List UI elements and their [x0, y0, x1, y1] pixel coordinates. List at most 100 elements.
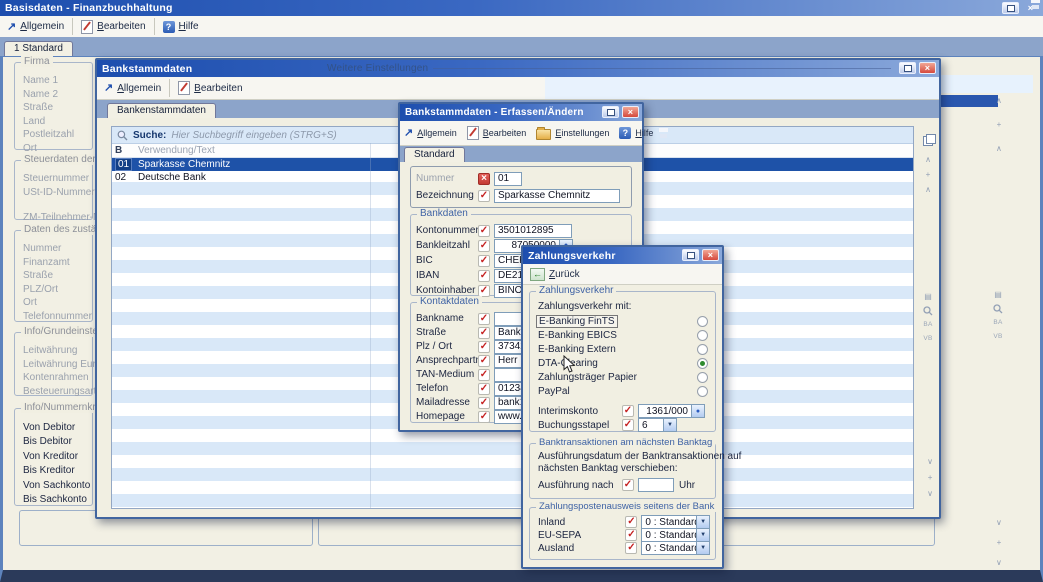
ba-icon[interactable]: BA	[923, 320, 932, 330]
mandatory-x-checkbox[interactable]	[478, 173, 490, 185]
back-button[interactable]: ← Zurück	[523, 266, 587, 283]
checkbox[interactable]	[478, 411, 490, 423]
checkbox[interactable]	[478, 255, 490, 267]
checkbox[interactable]	[478, 397, 490, 409]
scroll-plus-icon[interactable]: +	[928, 473, 933, 483]
option-label-fints: E-Banking FinTS	[536, 315, 618, 328]
checkbox[interactable]	[478, 369, 490, 381]
radio-zahlungstraeger-papier[interactable]	[697, 372, 708, 383]
search-input[interactable]: Hier Suchbegriff eingeben (STRG+S)	[171, 130, 336, 141]
radio-paypal[interactable]	[697, 386, 708, 397]
dropdown-button[interactable]	[664, 418, 677, 432]
main-titlebar[interactable]: Basisdaten - Finanzbuchhaltung ×	[0, 0, 1043, 16]
restore-button[interactable]	[682, 249, 699, 261]
bank-list-titlebar[interactable]: Bankstammdaten Weitere Einstellungen ×	[97, 60, 939, 77]
group-legend: Firma	[21, 56, 53, 67]
vb-icon[interactable]: VB	[923, 334, 932, 344]
scroll-down-icon[interactable]: ∨	[996, 518, 1002, 528]
bank-table-side-icons-bottom[interactable]: ∨ + ∨	[927, 457, 933, 499]
bezeichnung-input[interactable]: Sparkasse Chemnitz	[494, 189, 620, 203]
scroll-bottom-icon[interactable]: ∨	[927, 489, 933, 499]
background-selected-row[interactable]	[938, 95, 998, 107]
close-button[interactable]: ×	[919, 62, 936, 74]
scroll-plus-icon[interactable]: +	[997, 538, 1002, 548]
close-button[interactable]: ×	[702, 249, 719, 261]
checkbox[interactable]	[478, 383, 490, 395]
checkbox[interactable]	[478, 240, 490, 252]
checkbox[interactable]	[622, 479, 634, 491]
column-header-b[interactable]: B	[112, 145, 138, 156]
payment-titlebar[interactable]: Zahlungsverkehr ×	[523, 247, 722, 264]
main-right-tool-icons[interactable]: ▤ BA VB	[993, 290, 1003, 342]
edit-icon	[467, 126, 479, 140]
scroll-up-icon[interactable]: ∧	[996, 144, 1002, 154]
dropdown-button[interactable]	[697, 528, 710, 542]
inland-select[interactable]: 0 : Standard	[641, 515, 697, 529]
eu-sepa-select[interactable]: 0 : Standard	[641, 528, 697, 542]
dropdown-button[interactable]	[697, 515, 710, 529]
radio-ebanking-extern[interactable]	[697, 344, 708, 355]
close-button[interactable]: ×	[622, 106, 639, 118]
radio-ebanking-ebics[interactable]	[697, 330, 708, 341]
scroll-plus-icon[interactable]: +	[997, 120, 1002, 130]
bank-table-side-icons-top[interactable]: ∧ + ∧	[923, 136, 933, 195]
column-header-text[interactable]: Verwendung/Text	[138, 145, 215, 156]
checkbox[interactable]	[478, 285, 490, 297]
checkbox[interactable]	[478, 313, 490, 325]
ausfuehrung-nach-input[interactable]	[638, 478, 674, 492]
nummer-input[interactable]: 01	[494, 172, 522, 186]
menu-einstellungen[interactable]: Einstellungen	[532, 124, 613, 142]
checkbox[interactable]	[625, 529, 637, 541]
copy-icon[interactable]	[923, 136, 933, 146]
checkbox[interactable]	[625, 542, 637, 554]
scroll-plus-icon[interactable]: +	[926, 170, 931, 180]
menu-bearbeiten[interactable]: Bearbeiten	[463, 124, 531, 142]
bank-table-side-icons-mid[interactable]: ▤ BA VB	[923, 292, 933, 344]
main-right-scroll-icons-top[interactable]: ∧ + ∧	[996, 96, 1002, 154]
scroll-down-icon[interactable]: ∨	[927, 457, 933, 467]
menu-hilfe[interactable]: ? Hilfe	[156, 19, 206, 35]
lookup-button[interactable]	[692, 404, 705, 418]
ausland-select[interactable]: 0 : Standard	[641, 541, 697, 555]
vb-icon[interactable]: VB	[993, 332, 1002, 342]
magnifier-icon[interactable]	[923, 306, 933, 316]
radio-dta-clearing[interactable]	[697, 358, 708, 369]
buchungsstapel-select[interactable]: 6	[638, 418, 664, 432]
checkbox[interactable]	[478, 327, 490, 339]
menu-bearbeiten[interactable]: Bearbeiten	[74, 18, 152, 36]
restore-button[interactable]	[1002, 2, 1019, 14]
ba-icon[interactable]: BA	[993, 318, 1002, 328]
field-label: Mailadresse	[416, 397, 478, 408]
main-right-scroll-icons-bottom[interactable]: ∨ + ∨	[996, 518, 1002, 568]
menu-bearbeiten[interactable]: Bearbeiten	[171, 79, 249, 97]
menu-allgemein[interactable]: ↗ Allgemein	[400, 126, 461, 140]
checkbox[interactable]	[625, 516, 637, 528]
menu-allgemein[interactable]: ↗ Allgemein	[97, 81, 168, 96]
checkbox[interactable]	[622, 419, 634, 431]
scroll-up-icon[interactable]: ∧	[925, 185, 931, 195]
list-icon[interactable]: ▤	[994, 290, 1002, 300]
restore-button[interactable]	[899, 62, 916, 74]
radio-ebanking-fints[interactable]	[697, 316, 708, 327]
tab-bankenstammdaten[interactable]: Bankenstammdaten	[107, 103, 216, 118]
checkbox[interactable]	[478, 355, 490, 367]
tab-standard[interactable]: Standard	[404, 147, 465, 162]
list-icon[interactable]: ▤	[924, 292, 932, 302]
kontonummer-input[interactable]: 3501012895	[494, 224, 572, 238]
scroll-top-icon[interactable]: ∧	[996, 96, 1002, 106]
checkbox[interactable]	[478, 270, 490, 282]
scroll-top-icon[interactable]: ∧	[925, 155, 931, 165]
restore-button[interactable]	[602, 106, 619, 118]
checkbox[interactable]	[478, 190, 490, 202]
interimskonto-input[interactable]: 1361/000	[638, 404, 692, 418]
edit-titlebar[interactable]: Bankstammdaten - Erfassen/Ändern ×	[400, 104, 642, 121]
checkbox[interactable]	[478, 341, 490, 353]
scroll-bottom-icon[interactable]: ∨	[996, 558, 1002, 568]
checkbox[interactable]	[478, 225, 490, 237]
magnifier-icon[interactable]	[993, 304, 1003, 314]
tab-1-standard[interactable]: 1 Standard	[4, 41, 73, 56]
menu-allgemein[interactable]: ↗ Allgemein	[0, 19, 71, 34]
checkbox[interactable]	[622, 405, 634, 417]
menu-hilfe[interactable]: ? Hilfe	[615, 125, 657, 141]
dropdown-button[interactable]	[697, 541, 710, 555]
